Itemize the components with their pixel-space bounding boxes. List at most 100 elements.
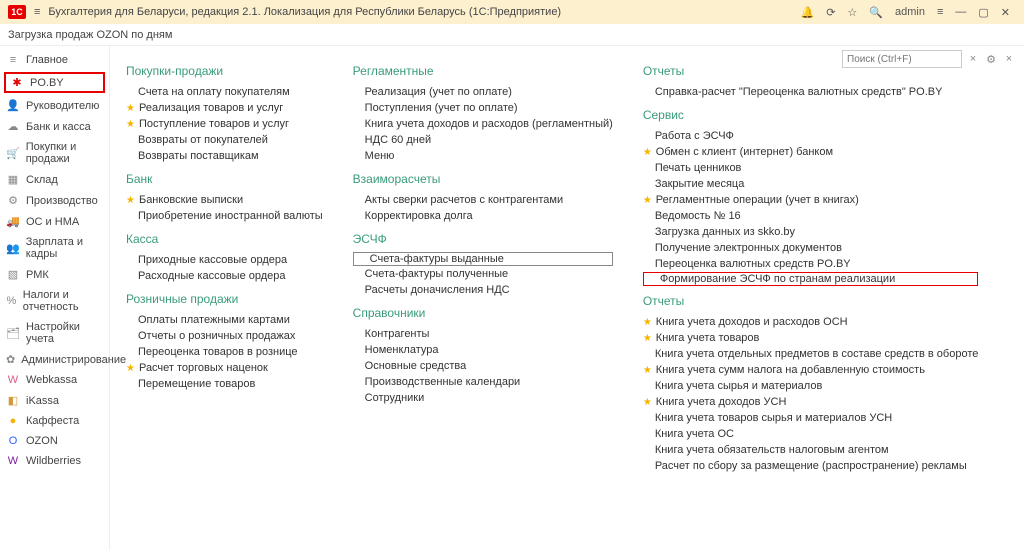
sidebar-item-3[interactable]: ☁Банк и касса [0, 116, 109, 137]
sidebar-item-17[interactable]: WWildberries [0, 451, 109, 471]
sidebar-item-0[interactable]: ≡Главное [0, 50, 109, 70]
close-icon[interactable]: ✕ [1001, 6, 1010, 19]
menu-link[interactable]: Основные средства [353, 358, 613, 374]
menu-link[interactable]: Возвраты от покупателей [126, 132, 323, 148]
menu-link[interactable]: Книга учета ОС [643, 426, 979, 442]
sidebar-item-14[interactable]: ◧iKassa [0, 390, 109, 411]
menu-link[interactable]: Книга учета обязательств налоговым агент… [643, 442, 979, 458]
sidebar-item-2[interactable]: 👤 Руководителю [0, 95, 109, 116]
user-label[interactable]: admin [895, 6, 925, 18]
menu-link[interactable]: Книга учета товаров сырья и материалов У… [643, 410, 979, 426]
menu-link[interactable]: Расчет торговых наценок [126, 360, 323, 376]
menu-link[interactable]: Книга учета товаров [643, 330, 979, 346]
sidebar-label: iKassa [26, 395, 59, 407]
menu-link[interactable]: Закрытие месяца [643, 176, 979, 192]
sidebar-item-12[interactable]: ✿Администрирование [0, 349, 109, 370]
menu-link[interactable]: Корректировка долга [353, 208, 613, 224]
menu-link[interactable]: Возвраты поставщикам [126, 148, 323, 164]
minimize-icon[interactable]: — [955, 6, 966, 18]
menu-link[interactable]: Книга учета доходов УСН [643, 394, 979, 410]
sidebar-item-15[interactable]: ●Каффеста [0, 411, 109, 431]
sidebar-label: Производство [26, 195, 98, 207]
sidebar-item-7[interactable]: 🚚ОС и НМА [0, 211, 109, 232]
menu-link[interactable]: Расчеты доначисления НДС [353, 282, 613, 298]
menu-link[interactable]: Книга учета доходов и расходов ОСН [643, 314, 979, 330]
search-icon[interactable]: 🔍 [869, 6, 883, 19]
menu-link[interactable]: Реализация товаров и услуг [126, 100, 323, 116]
menu-link[interactable]: Отчеты о розничных продажах [126, 328, 323, 344]
menu-link[interactable]: Обмен с клиент (интернет) банком [643, 144, 979, 160]
menu-link[interactable]: Счета-фактуры выданные [353, 252, 613, 266]
menu-link[interactable]: Поступление товаров и услуг [126, 116, 323, 132]
sidebar-label: Покупки и продажи [26, 141, 103, 165]
menu-link[interactable]: Банковские выписки [126, 192, 323, 208]
sidebar-item-4[interactable]: 🛒 Покупки и продажи [0, 137, 109, 169]
menu-link[interactable]: Поступления (учет по оплате) [353, 100, 613, 116]
sidebar-icon: 🛒 [6, 147, 20, 160]
sidebar-item-1[interactable]: ✱PO.BY [4, 72, 105, 93]
menu-link[interactable]: Регламентные операции (учет в книгах) [643, 192, 979, 208]
menu-link[interactable]: Книга учета отдельных предметов в состав… [643, 346, 979, 362]
star-icon[interactable]: ☆ [847, 6, 857, 19]
menu-link[interactable]: Приобретение иностранной валюты [126, 208, 323, 224]
sidebar-item-16[interactable]: OOZON [0, 431, 109, 451]
sidebar-label: Настройки учета [26, 321, 103, 345]
sidebar-icon: 👤 [6, 99, 20, 112]
sidebar-item-13[interactable]: W Webkassa [0, 370, 109, 390]
menu-link[interactable]: Контрагенты [353, 326, 613, 342]
history-icon[interactable]: ⟳ [826, 6, 835, 19]
close-panel-icon[interactable]: × [1002, 53, 1016, 65]
sidebar-item-6[interactable]: ⚙Производство [0, 190, 109, 211]
menu-link[interactable]: Книга учета сырья и материалов [643, 378, 979, 394]
bell-icon[interactable]: 🔔 [800, 6, 814, 19]
sidebar-icon: ▦ [6, 173, 20, 186]
search-input[interactable] [842, 50, 962, 68]
menu-link[interactable]: Загрузка данных из skko.by [643, 224, 979, 240]
menu-link[interactable]: Получение электронных документов [643, 240, 979, 256]
settings-icon[interactable]: ⚙ [984, 53, 998, 66]
menu-link[interactable]: Книга учета доходов и расходов (регламен… [353, 116, 613, 132]
sidebar-item-8[interactable]: 👥Зарплата и кадры [0, 232, 109, 264]
menu-link[interactable]: Формирование ЭСЧФ по странам реализации [643, 272, 979, 286]
menu-link[interactable]: Книга учета сумм налога на добавленную с… [643, 362, 979, 378]
search-clear-icon[interactable]: × [966, 53, 980, 65]
menu-link[interactable]: Расходные кассовые ордера [126, 268, 323, 284]
menu-link[interactable]: Расчет по сбору за размещение (распростр… [643, 458, 979, 474]
sidebar-icon: W [6, 374, 20, 386]
menu-link[interactable]: Справка-расчет "Переоценка валютных сред… [643, 84, 979, 100]
menu-link[interactable]: Переоценка валютных средств PO.BY [643, 256, 979, 272]
menu-link[interactable]: Работа с ЭСЧФ [643, 128, 979, 144]
content: × ⚙ × Покупки-продажиСчета на оплату пок… [110, 46, 1024, 550]
section-header: Банк [126, 172, 323, 186]
section-header: Регламентные [353, 64, 613, 78]
menu-link[interactable]: Номенклатура [353, 342, 613, 358]
sidebar-item-10[interactable]: %Налоги и отчетность [0, 285, 109, 317]
sidebar-label: Руководителю [26, 100, 99, 112]
sidebar-item-11[interactable]: 🗂Настройки учета [0, 317, 109, 349]
menu-link[interactable]: Приходные кассовые ордера [126, 252, 323, 268]
sidebar-item-9[interactable]: ▧РМК [0, 264, 109, 285]
menu-link[interactable]: НДС 60 дней [353, 132, 613, 148]
menu-link[interactable]: Переоценка товаров в рознице [126, 344, 323, 360]
topbar: 1C ≡ Бухгалтерия для Беларуси, редакция … [0, 0, 1024, 24]
menu-link[interactable]: Акты сверки расчетов с контрагентами [353, 192, 613, 208]
logo-1c: 1C [8, 5, 26, 19]
sidebar-icon: ≡ [6, 54, 20, 66]
app-title: Бухгалтерия для Беларуси, редакция 2.1. … [48, 6, 561, 18]
menu-link[interactable]: Реализация (учет по оплате) [353, 84, 613, 100]
sidebar-item-5[interactable]: ▦Склад [0, 169, 109, 190]
menu-link[interactable]: Счета на оплату покупателям [126, 84, 323, 100]
menu-icon[interactable]: ≡ [34, 6, 40, 18]
menu-link[interactable]: Оплаты платежными картами [126, 312, 323, 328]
sidebar-label: Webkassa [26, 374, 77, 386]
triple-bar-icon[interactable]: ≡ [937, 6, 943, 18]
menu-link[interactable]: Счета-фактуры полученные [353, 266, 613, 282]
menu-link[interactable]: Сотрудники [353, 390, 613, 406]
menu-link[interactable]: Ведомость № 16 [643, 208, 979, 224]
menu-link[interactable]: Перемещение товаров [126, 376, 323, 392]
column-2: РегламентныеРеализация (учет по оплате)П… [353, 56, 613, 474]
menu-link[interactable]: Меню [353, 148, 613, 164]
maximize-icon[interactable]: ▢ [978, 6, 988, 19]
menu-link[interactable]: Производственные календари [353, 374, 613, 390]
menu-link[interactable]: Печать ценников [643, 160, 979, 176]
